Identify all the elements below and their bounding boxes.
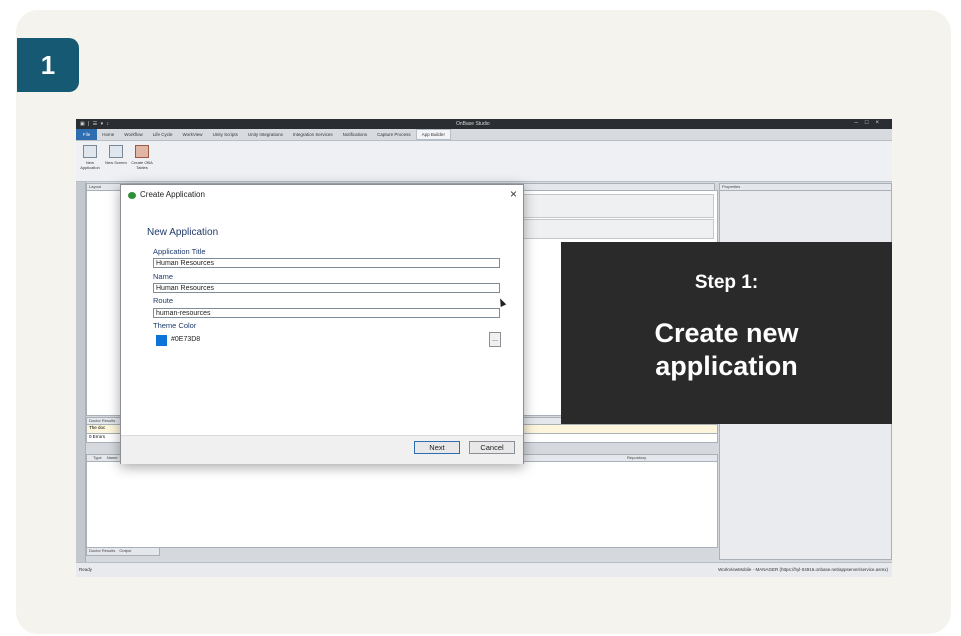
layout-panel-title: Layout xyxy=(89,184,102,189)
status-connection: WorkViewMobile - MANAGER (https://hyl-04… xyxy=(718,567,888,572)
new-screen-button[interactable]: New Screen xyxy=(104,145,128,165)
dialog-footer xyxy=(121,435,523,464)
errors-text: 0 Errors xyxy=(89,434,106,439)
bottom-tabs: Doctor Results Output xyxy=(86,547,160,556)
status-bar: Ready WorkViewMobile - MANAGER (https://… xyxy=(76,562,892,577)
next-button[interactable]: Next xyxy=(414,441,460,454)
doctor-info-text: The doc xyxy=(89,425,106,430)
results-table xyxy=(86,461,718,548)
new-application-button[interactable]: New Application xyxy=(78,145,102,170)
section-title: New Application xyxy=(147,227,219,238)
new-screen-label: New Screen xyxy=(105,160,127,165)
step-label: Step 1: xyxy=(694,272,759,293)
onbase-logo-icon xyxy=(128,192,136,199)
theme-color-value: #0E73D8 xyxy=(171,336,201,343)
theme-color-swatch[interactable] xyxy=(156,335,167,346)
create-tables-icon xyxy=(135,145,149,158)
new-screen-icon xyxy=(109,145,123,158)
toolbox-strip[interactable] xyxy=(76,182,86,562)
quick-access-toolbar[interactable]: ▣ | ☰ ▾ ↕ xyxy=(80,121,110,127)
new-application-label: New Application xyxy=(80,160,100,170)
tab-unity-integrations[interactable]: Unity Integrations xyxy=(243,132,288,137)
cancel-button[interactable]: Cancel xyxy=(469,441,515,454)
tab-workview[interactable]: WorkView xyxy=(177,132,207,137)
window-title: OnBase Studio xyxy=(456,121,490,127)
create-tables-button[interactable]: Create OBA Tables xyxy=(130,145,154,170)
tab-notifications[interactable]: Notifications xyxy=(338,132,373,137)
ribbon-panel: New Application New Screen Create OBA Ta… xyxy=(76,141,892,182)
tab-doctor-results[interactable]: Doctor Results xyxy=(87,548,115,553)
route-label: Route xyxy=(153,296,174,305)
tab-file[interactable]: File xyxy=(76,129,98,140)
column-name[interactable]: Name xyxy=(103,455,118,460)
caption-line-2: application xyxy=(655,351,798,381)
tab-integration-services[interactable]: Integration Services xyxy=(288,132,338,137)
tab-app-builder[interactable]: App Builder xyxy=(415,129,451,140)
name-input[interactable]: Human Resources xyxy=(153,283,500,293)
tab-workflow[interactable]: Workflow xyxy=(119,132,147,137)
create-application-dialog: Create Application × New Application App… xyxy=(120,184,524,464)
tab-output[interactable]: Output xyxy=(116,548,131,553)
window-titlebar: ▣ | ☰ ▾ ↕ OnBase Studio –□× xyxy=(76,119,892,129)
step-number: 1 xyxy=(40,49,56,80)
name-label: Name xyxy=(153,272,174,281)
new-application-icon xyxy=(83,145,97,158)
doctor-results-title: Doctor Results xyxy=(89,418,116,423)
window-controls[interactable]: –□× xyxy=(855,120,886,126)
color-picker-button[interactable]: ... xyxy=(489,332,501,347)
application-title-label: Application Title xyxy=(153,247,206,256)
tab-life-cycle[interactable]: Life Cycle xyxy=(148,132,178,137)
tab-home[interactable]: Home xyxy=(97,132,119,137)
caption-line-1: Create new xyxy=(654,318,799,348)
dialog-titlebar: Create Application × xyxy=(121,185,523,207)
step-number-badge: 1 xyxy=(17,38,79,92)
column-type[interactable]: Type xyxy=(87,455,102,460)
column-repository[interactable]: Repository xyxy=(627,455,646,460)
ribbon-tabs: File Home Workflow Life Cycle WorkView U… xyxy=(76,129,892,141)
step-caption-overlay: Step 1: Create new application xyxy=(561,242,892,424)
tab-capture-process[interactable]: Capture Process xyxy=(372,132,416,137)
layout-row xyxy=(516,219,714,239)
layout-row xyxy=(516,194,714,218)
create-tables-label: Create OBA Tables xyxy=(131,160,153,170)
tab-unity-scripts[interactable]: Unity Scripts xyxy=(208,132,243,137)
route-input[interactable]: human-resources xyxy=(153,308,500,318)
status-ready: Ready xyxy=(79,567,93,572)
step-caption: Create new application xyxy=(561,317,892,383)
application-title-input[interactable]: Human Resources xyxy=(153,258,500,268)
dialog-title: Create Application xyxy=(140,190,205,199)
properties-panel-title: Properties xyxy=(722,184,741,189)
close-icon[interactable]: × xyxy=(510,187,517,201)
theme-color-label: Theme Color xyxy=(153,321,197,330)
